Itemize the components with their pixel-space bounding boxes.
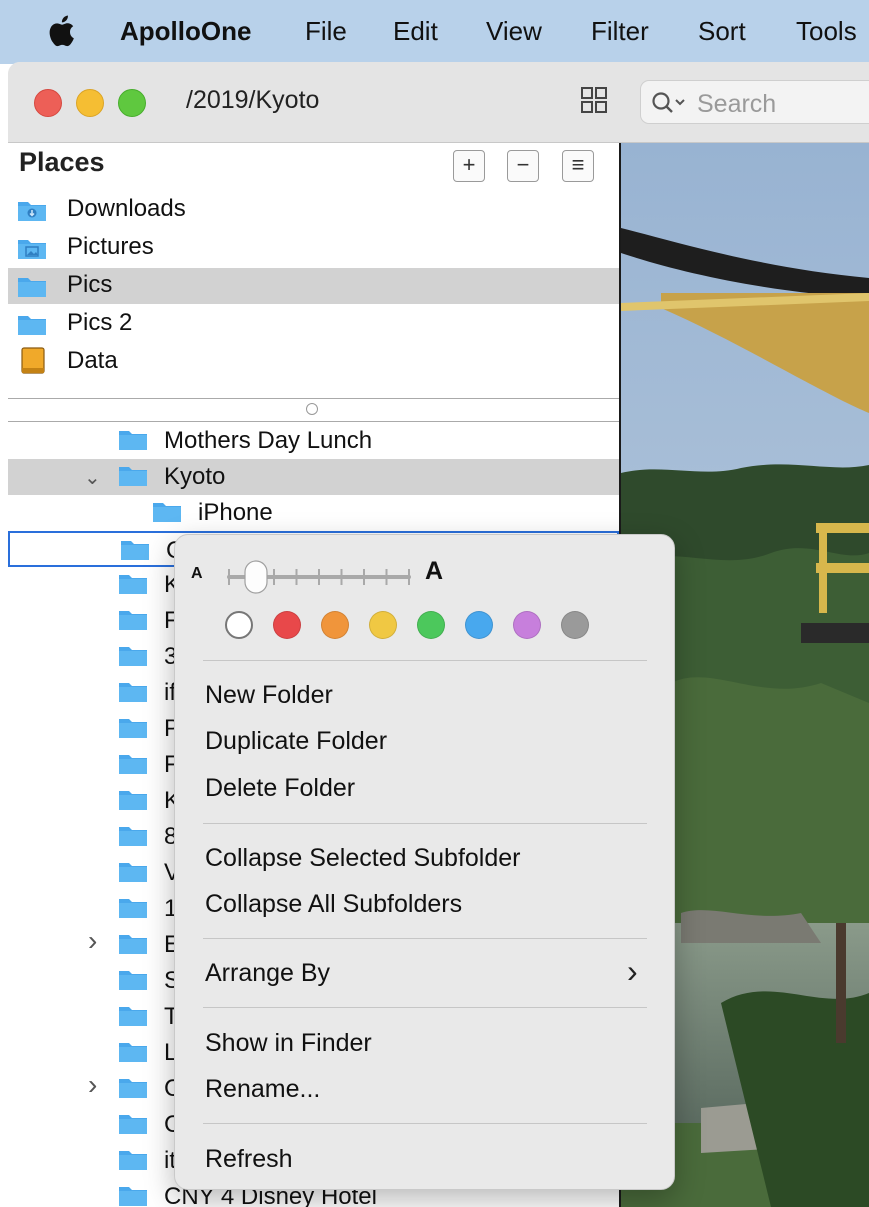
place-label: Data <box>67 347 118 374</box>
menu-edit[interactable]: Edit <box>393 16 438 47</box>
collapse-all-subfolders-menu-item[interactable]: Collapse All Subfolders <box>205 890 462 919</box>
text-size-large-label: A <box>425 557 444 585</box>
place-label: Pictures <box>67 233 154 260</box>
folder-label: Mothers Day Lunch <box>164 427 373 454</box>
drive-icon <box>21 347 45 374</box>
search-field[interactable]: Search <box>640 80 869 124</box>
delete-folder-menu-item[interactable]: Delete Folder <box>205 774 355 803</box>
search-icon <box>652 92 685 113</box>
menu-separator <box>203 660 647 661</box>
folder-icon <box>118 427 148 456</box>
disclosure-expanded-icon[interactable]: ⌄ <box>84 465 101 490</box>
menu-bar: ApolloOne File Edit View Filter Sort Too… <box>0 0 869 64</box>
folder-icon <box>118 1075 148 1104</box>
close-button[interactable] <box>34 89 62 117</box>
folder-icon <box>120 537 150 566</box>
menu-separator <box>203 1007 647 1008</box>
folder-tree-row[interactable]: iPhone <box>8 495 619 531</box>
pictures-folder-icon <box>18 240 46 259</box>
folder-icon <box>118 751 148 780</box>
places-heading: Places <box>19 147 105 177</box>
tag-color-dot[interactable] <box>273 611 301 639</box>
folder-label: Kyoto <box>164 463 226 490</box>
folder-icon <box>118 1003 148 1032</box>
menu-separator <box>203 1123 647 1124</box>
downloads-folder-icon <box>18 202 46 221</box>
show-in-finder-menu-item[interactable]: Show in Finder <box>205 1029 372 1058</box>
folder-icon <box>118 859 148 888</box>
folder-icon <box>118 715 148 744</box>
folder-icon <box>118 823 148 852</box>
collapse-selected-subfolder-menu-item[interactable]: Collapse Selected Subfolder <box>205 844 520 873</box>
folder-icon <box>118 895 148 924</box>
duplicate-folder-menu-item[interactable]: Duplicate Folder <box>205 727 387 756</box>
folder-icon <box>118 463 148 492</box>
window-path-title: /2019/Kyoto <box>186 86 320 114</box>
folder-icon <box>118 787 148 816</box>
tag-color-dot[interactable] <box>465 611 493 639</box>
tag-color-dot[interactable] <box>369 611 397 639</box>
folder-icon <box>118 1147 148 1176</box>
folder-icon <box>118 607 148 636</box>
folder-icon <box>18 278 46 297</box>
text-size-slider-thumb[interactable] <box>244 560 268 594</box>
menu-separator <box>203 823 647 824</box>
tag-color-dot[interactable] <box>561 611 589 639</box>
folder-icon <box>118 1111 148 1140</box>
disclosure-collapsed-icon[interactable]: › <box>88 1069 97 1101</box>
tag-color-dot[interactable] <box>225 611 253 639</box>
refresh-menu-item[interactable]: Refresh <box>205 1145 293 1174</box>
menu-separator <box>203 938 647 939</box>
rename-menu-item[interactable]: Rename... <box>205 1075 320 1104</box>
menu-tools[interactable]: Tools <box>796 16 857 47</box>
folder-icon <box>118 931 148 960</box>
folder-icon <box>118 1183 148 1207</box>
place-item-data[interactable]: Data <box>8 344 619 380</box>
place-label: Downloads <box>67 195 186 222</box>
remove-place-button[interactable]: − <box>507 150 539 182</box>
title-bar: /2019/Kyoto Search <box>8 62 869 143</box>
menu-filter[interactable]: Filter <box>591 16 649 47</box>
text-size-slider[interactable] <box>225 557 415 597</box>
folder-label: iPhone <box>198 499 273 526</box>
grid-view-icon[interactable] <box>580 86 608 114</box>
app-name-menu[interactable]: ApolloOne <box>120 16 251 47</box>
tag-color-dot[interactable] <box>321 611 349 639</box>
menu-file[interactable]: File <box>305 16 347 47</box>
text-size-small-label: A <box>191 565 203 582</box>
splitter-handle[interactable] <box>306 403 318 415</box>
disclosure-collapsed-icon[interactable]: › <box>88 925 97 957</box>
add-place-button[interactable]: + <box>453 150 485 182</box>
place-item-pics-2[interactable]: Pics 2 <box>8 306 619 342</box>
place-label: Pics 2 <box>67 309 133 336</box>
folder-icon <box>18 316 46 335</box>
folder-icon <box>118 1039 148 1068</box>
apple-menu-icon[interactable] <box>44 14 76 48</box>
folder-icon <box>152 499 182 528</box>
folder-icon <box>118 643 148 672</box>
tag-color-dot[interactable] <box>417 611 445 639</box>
place-label: Pics <box>67 271 113 298</box>
sidebar-splitter[interactable] <box>8 398 619 422</box>
folder-tree-row[interactable]: ⌄ Kyoto <box>8 459 619 495</box>
menu-view[interactable]: View <box>486 16 542 47</box>
arrange-by-menu-item[interactable]: Arrange By <box>205 959 330 988</box>
new-folder-menu-item[interactable]: New Folder <box>205 681 333 710</box>
submenu-arrow-icon: › <box>627 953 638 989</box>
place-item-pictures[interactable]: Pictures <box>8 230 619 266</box>
search-placeholder: Search <box>697 90 777 118</box>
place-options-button[interactable]: ≡ <box>562 150 594 182</box>
place-item-pics[interactable]: Pics <box>8 268 619 304</box>
context-menu: A A New Folder Duplicate Folder Delete F… <box>174 534 675 1190</box>
place-item-downloads[interactable]: Downloads <box>8 192 619 228</box>
folder-icon <box>118 679 148 708</box>
minimize-button[interactable] <box>76 89 104 117</box>
folder-tree-row[interactable]: Mothers Day Lunch <box>8 423 619 459</box>
tag-color-dot[interactable] <box>513 611 541 639</box>
zoom-button[interactable] <box>118 89 146 117</box>
menu-sort[interactable]: Sort <box>698 16 746 47</box>
folder-icon <box>118 967 148 996</box>
folder-icon <box>118 571 148 600</box>
